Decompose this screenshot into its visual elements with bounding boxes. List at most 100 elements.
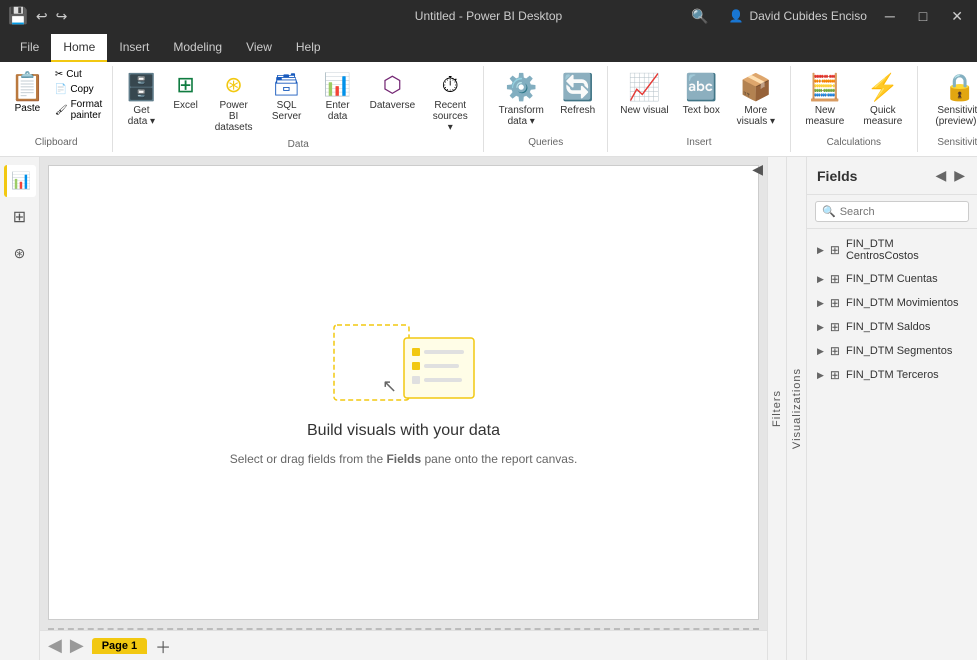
table-icon: ⊞ [830,368,840,382]
data-view-icon: ⊞ [13,207,26,227]
fields-header: Fields ◀ ▶ [807,157,977,195]
text-box-button[interactable]: 🔤 Text box [677,68,726,120]
list-item[interactable]: ▶ ⊞ FIN_DTM Saldos [807,315,977,339]
fields-search-box: 🔍 [815,201,969,222]
fields-expand-right[interactable]: ▶ [952,165,967,186]
ribbon: 📋 Paste ✂ Cut 📄 Copy 🖌 Format painter Cl… [0,62,977,157]
tab-view[interactable]: View [234,34,284,62]
transform-data-icon: ⚙️ [505,72,537,103]
list-item[interactable]: ▶ ⊞ FIN_DTM Segmentos [807,339,977,363]
power-bi-datasets-button[interactable]: ⊛ Power BI datasets [208,68,260,137]
quick-measure-icon: ⚡ [867,72,899,103]
fields-collapse-left[interactable]: ◀ [933,165,948,186]
tab-home[interactable]: Home [51,34,107,62]
new-visual-icon: 📈 [628,72,660,103]
insert-label: Insert [614,135,784,150]
sql-server-icon: 🗃 [273,72,301,98]
report-canvas[interactable]: ↖ Build visuals with your data Select or… [48,165,759,620]
fields-search-icon: 🔍 [822,205,836,218]
clipboard-label: Clipboard [6,135,106,150]
new-measure-icon: 🧮 [809,72,841,103]
queries-label: Queries [490,135,601,150]
paste-button[interactable]: 📋 Paste [6,68,49,116]
canvas-area: ◀ [40,157,767,660]
redo-icon[interactable]: ↪ [56,8,68,25]
close-button[interactable]: ✕ [945,6,969,27]
ribbon-tab-bar: File Home Insert Modeling View Help [0,32,977,62]
copy-button[interactable]: 📄 Copy [51,83,106,96]
field-label: FIN_DTM Saldos [846,321,930,333]
excel-button[interactable]: ⊞ Excel [166,68,206,115]
get-data-button[interactable]: 🗄️ Getdata ▾ [119,68,163,131]
group-sensitivity: 🔒 Sensitivity (preview) ▾ Sensitivity [918,66,977,152]
visualizations-panel[interactable]: Visualizations [787,157,807,660]
main-area: 📊 ⊞ ⊛ ◀ [0,157,977,660]
field-label: FIN_DTM Segmentos [846,345,952,357]
new-measure-button[interactable]: 🧮 New measure [797,68,853,131]
collapse-panel-button[interactable]: ◀ [752,161,763,178]
window-title: Untitled - Power BI Desktop [415,9,562,23]
transform-data-button[interactable]: ⚙️ Transform data ▾ [490,68,552,131]
list-item[interactable]: ▶ ⊞ FIN_DTM CentrosCostos [807,233,977,267]
recent-sources-icon: ⏱ [442,72,459,98]
save-icon[interactable]: 💾 [8,6,28,26]
enter-data-button[interactable]: 📊 Enter data [314,68,362,126]
list-item[interactable]: ▶ ⊞ FIN_DTM Terceros [807,363,977,387]
user-avatar: 👤 [729,9,744,23]
sensitivity-icon: 🔒 [944,72,976,103]
table-icon: ⊞ [830,296,840,310]
title-bar-right: 🔍 👤 David Cubides Enciso ─ □ ✕ [691,6,969,27]
maximize-button[interactable]: □ [913,6,933,26]
group-insert: 📈 New visual 🔤 Text box 📦 More visuals ▾… [608,66,791,152]
dataverse-button[interactable]: ⬡ Dataverse [364,68,422,115]
more-visuals-button[interactable]: 📦 More visuals ▾ [728,68,784,131]
page-tab-1[interactable]: Page 1 [92,638,147,654]
cut-button[interactable]: ✂ Cut [51,68,106,81]
group-clipboard: 📋 Paste ✂ Cut 📄 Copy 🖌 Format painter Cl… [0,66,113,152]
sql-server-button[interactable]: 🗃 SQL Server [262,68,312,126]
list-item[interactable]: ▶ ⊞ FIN_DTM Cuentas [807,267,977,291]
format-painter-button[interactable]: 🖌 Format painter [51,98,106,122]
user-area[interactable]: 👤 David Cubides Enciso [729,9,867,23]
page-tabs-bar: ◀ ▶ Page 1 ＋ [40,630,767,660]
filters-panel[interactable]: Filters [767,157,787,660]
text-box-icon: 🔤 [685,72,717,103]
tab-modeling[interactable]: Modeling [161,34,234,62]
fields-panel: Fields ◀ ▶ 🔍 ▶ ⊞ FIN_DTM CentrosCostos ▶… [807,157,977,660]
field-label: FIN_DTM Terceros [846,369,939,381]
field-label: FIN_DTM CentrosCostos [846,238,967,262]
search-title-icon[interactable]: 🔍 [691,8,708,25]
nav-model[interactable]: ⊛ [4,237,36,269]
canvas-placeholder: ↖ Build visuals with your data Select or… [230,320,578,466]
tab-file[interactable]: File [8,34,51,62]
recent-sources-button[interactable]: ⏱ Recent sources ▾ [423,68,477,137]
left-nav: 📊 ⊞ ⊛ [0,157,40,660]
undo-icon[interactable]: ↩ [36,8,48,25]
svg-text:↖: ↖ [382,376,397,396]
group-calculations: 🧮 New measure ⚡ Quick measure Calculatio… [791,66,918,152]
group-data: 🗄️ Getdata ▾ ⊞ Excel ⊛ Power BI datasets… [113,66,484,152]
group-queries: ⚙️ Transform data ▾ 🔄 Refresh Queries [484,66,608,152]
calculations-label: Calculations [797,135,911,150]
fields-title: Fields [817,168,857,184]
nav-report[interactable]: 📊 [4,165,36,197]
tab-help[interactable]: Help [284,34,333,62]
format-painter-icon: 🖌 [55,105,68,116]
page-nav-right[interactable]: ▶ [70,635,84,656]
tab-insert[interactable]: Insert [107,34,161,62]
chevron-icon: ▶ [817,370,824,381]
refresh-button[interactable]: 🔄 Refresh [554,68,601,120]
list-item[interactable]: ▶ ⊞ FIN_DTM Movimientos [807,291,977,315]
new-visual-button[interactable]: 📈 New visual [614,68,674,120]
quick-measure-button[interactable]: ⚡ Quick measure [855,68,911,131]
page-nav-left[interactable]: ◀ [48,635,62,656]
model-view-icon: ⊛ [14,245,26,262]
minimize-button[interactable]: ─ [879,6,901,26]
fields-search-input[interactable] [840,206,977,218]
canvas-placeholder-sub: Select or drag fields from the Fields pa… [230,452,578,466]
sensitivity-button[interactable]: 🔒 Sensitivity (preview) ▾ [924,68,977,131]
add-page-button[interactable]: ＋ [155,634,171,658]
table-icon: ⊞ [830,344,840,358]
data-label: Data [119,137,477,152]
nav-data[interactable]: ⊞ [4,201,36,233]
